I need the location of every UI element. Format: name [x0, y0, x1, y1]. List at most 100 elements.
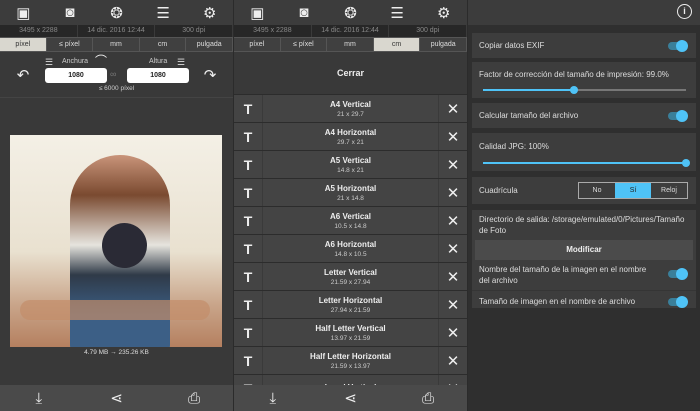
preset-item[interactable]: T A5 Vertical 14.8 x 21 ✕ — [234, 151, 467, 179]
calc-size-toggle[interactable] — [668, 110, 688, 122]
delete-icon[interactable]: ✕ — [439, 268, 467, 286]
text-icon[interactable]: T — [234, 101, 262, 117]
download-icon[interactable]: ⤓ — [30, 389, 48, 407]
settings-panel: i Copiar datos EXIF Factor de corrección… — [468, 0, 700, 411]
camera-icon[interactable]: ◙ — [295, 4, 313, 22]
preset-name: A6 Vertical — [330, 211, 371, 221]
image-dpi: 300 dpi — [389, 25, 467, 37]
width-input[interactable]: 1080 — [45, 68, 107, 83]
image-dimensions: 3495 x 2288 — [234, 25, 312, 37]
print-icon[interactable]: ⎙ — [419, 389, 437, 407]
undo-icon[interactable]: ↶ — [14, 66, 32, 84]
text-icon[interactable]: T — [234, 129, 262, 145]
delete-icon[interactable]: ✕ — [439, 240, 467, 258]
text-icon[interactable]: T — [234, 353, 262, 369]
gear-icon[interactable]: ⚙ — [201, 4, 219, 22]
preset-item[interactable]: T A6 Vertical 10.5 x 14.8 ✕ — [234, 207, 467, 235]
delete-icon[interactable]: ✕ — [439, 212, 467, 230]
print-icon[interactable]: ⎙ — [185, 389, 203, 407]
delete-icon[interactable]: ✕ — [439, 352, 467, 370]
exif-toggle[interactable] — [668, 40, 688, 52]
delete-icon[interactable]: ✕ — [439, 296, 467, 314]
grid-option-no[interactable]: No — [579, 183, 615, 198]
preset-item[interactable]: T Letter Horizontal 27.94 x 21.59 ✕ — [234, 291, 467, 319]
swap-icon[interactable]: ⌒ — [95, 52, 107, 69]
text-icon[interactable]: T — [234, 325, 262, 341]
height-input[interactable]: 1080 — [127, 68, 189, 83]
resize-panel: ▣ ◙ ❂ ☰ ⚙ 3495 x 2288 14 dic. 2016 12:44… — [0, 0, 233, 411]
tab-max-pixel[interactable]: ≤ píxel — [281, 38, 328, 51]
image-date: 14 dic. 2016 12:44 — [312, 25, 390, 37]
unit-tabs: píxel ≤ píxel mm cm pulgada — [234, 37, 467, 52]
palette-icon[interactable]: ❂ — [341, 4, 359, 22]
download-icon[interactable]: ⤓ — [264, 389, 282, 407]
tab-cm[interactable]: cm — [373, 38, 421, 51]
share-icon[interactable]: ⋖ — [341, 389, 359, 407]
info-icon[interactable]: i — [677, 4, 692, 19]
close-button[interactable]: Cerrar — [234, 52, 467, 94]
preset-name: A6 Horizontal — [324, 239, 377, 249]
text-icon[interactable]: T — [234, 213, 262, 229]
tab-mm[interactable]: mm — [327, 38, 374, 51]
bottom-toolbar: ⤓ ⋖ ⎙ — [234, 385, 467, 411]
redo-icon[interactable]: ↷ — [201, 66, 219, 84]
preset-item[interactable]: T Half Letter Horizontal 21.59 x 13.97 ✕ — [234, 347, 467, 375]
preset-item[interactable]: T A4 Vertical 21 x 29.7 ✕ — [234, 95, 467, 123]
tab-inch[interactable]: pulgada — [186, 38, 233, 51]
preset-name: A4 Vertical — [330, 99, 371, 109]
preset-dims: 14.8 x 21 — [337, 166, 364, 174]
image-dpi: 300 dpi — [155, 25, 233, 37]
modify-button[interactable]: Modificar — [475, 240, 693, 260]
preset-dims: 21 x 14.8 — [337, 194, 364, 202]
size-name-toggle[interactable] — [668, 268, 688, 280]
preset-item[interactable]: T A6 Horizontal 14.8 x 10.5 ✕ — [234, 235, 467, 263]
delete-icon[interactable]: ✕ — [439, 100, 467, 118]
preset-name: Half Letter Horizontal — [310, 351, 391, 361]
delete-icon[interactable]: ✕ — [439, 156, 467, 174]
text-icon[interactable]: T — [234, 157, 262, 173]
calc-size-setting: Calcular tamaño del archivo — [472, 103, 696, 128]
print-factor-label: Factor de corrección del tamaño de impre… — [479, 70, 669, 79]
size-name-label: Nombre del tamaño de la imagen en el nom… — [479, 265, 647, 285]
preset-name: Half Letter Vertical — [315, 323, 386, 333]
text-icon[interactable]: T — [234, 297, 262, 313]
tab-mm[interactable]: mm — [93, 38, 140, 51]
jpg-quality-setting: Calidad JPG: 100% — [472, 133, 696, 171]
camera-icon[interactable]: ◙ — [61, 4, 79, 22]
preset-item[interactable]: T A4 Horizontal 29.7 x 21 ✕ — [234, 123, 467, 151]
output-dir-label: Directorio de salida: /storage/emulated/… — [479, 215, 685, 235]
tab-inch[interactable]: pulgada — [420, 38, 467, 51]
tab-pixel[interactable]: píxel — [234, 38, 281, 51]
image-size-toggle[interactable] — [668, 296, 688, 308]
delete-icon[interactable]: ✕ — [439, 128, 467, 146]
print-factor-slider[interactable] — [483, 86, 686, 94]
tab-max-pixel[interactable]: ≤ píxel — [47, 38, 94, 51]
text-icon[interactable]: T — [234, 269, 262, 285]
sliders-icon[interactable]: ☰ — [388, 4, 406, 22]
delete-icon[interactable]: ✕ — [439, 184, 467, 202]
photo-preview[interactable] — [10, 135, 222, 347]
preset-item[interactable]: T Half Letter Vertical 13.97 x 21.59 ✕ — [234, 319, 467, 347]
preset-list: T A4 Vertical 21 x 29.7 ✕ T A4 Horizontal 29.7… — [234, 94, 467, 403]
link-icon[interactable]: ∞ — [110, 69, 116, 79]
jpg-quality-slider[interactable] — [483, 159, 690, 167]
preset-item[interactable]: T Letter Vertical 21.59 x 27.94 ✕ — [234, 263, 467, 291]
palette-icon[interactable]: ❂ — [107, 4, 125, 22]
tab-cm[interactable]: cm — [140, 38, 187, 51]
height-menu-icon[interactable]: ☰ — [177, 57, 185, 68]
sliders-icon[interactable]: ☰ — [154, 4, 172, 22]
share-icon[interactable]: ⋖ — [107, 389, 125, 407]
image-info-bar: 3495 x 2288 14 dic. 2016 12:44 300 dpi — [0, 25, 233, 37]
preset-dims: 21.59 x 27.94 — [330, 278, 371, 286]
delete-icon[interactable]: ✕ — [439, 324, 467, 342]
width-menu-icon[interactable]: ☰ — [45, 57, 53, 68]
text-icon[interactable]: T — [234, 241, 262, 257]
preset-item[interactable]: T A5 Horizontal 21 x 14.8 ✕ — [234, 179, 467, 207]
grid-option-si[interactable]: Sí — [615, 183, 651, 198]
text-icon[interactable]: T — [234, 185, 262, 201]
gallery-icon[interactable]: ▣ — [14, 4, 32, 22]
grid-option-clock[interactable]: Reloj — [651, 183, 687, 198]
tab-pixel[interactable]: píxel — [0, 38, 47, 51]
gallery-icon[interactable]: ▣ — [248, 4, 266, 22]
gear-icon[interactable]: ⚙ — [435, 4, 453, 22]
